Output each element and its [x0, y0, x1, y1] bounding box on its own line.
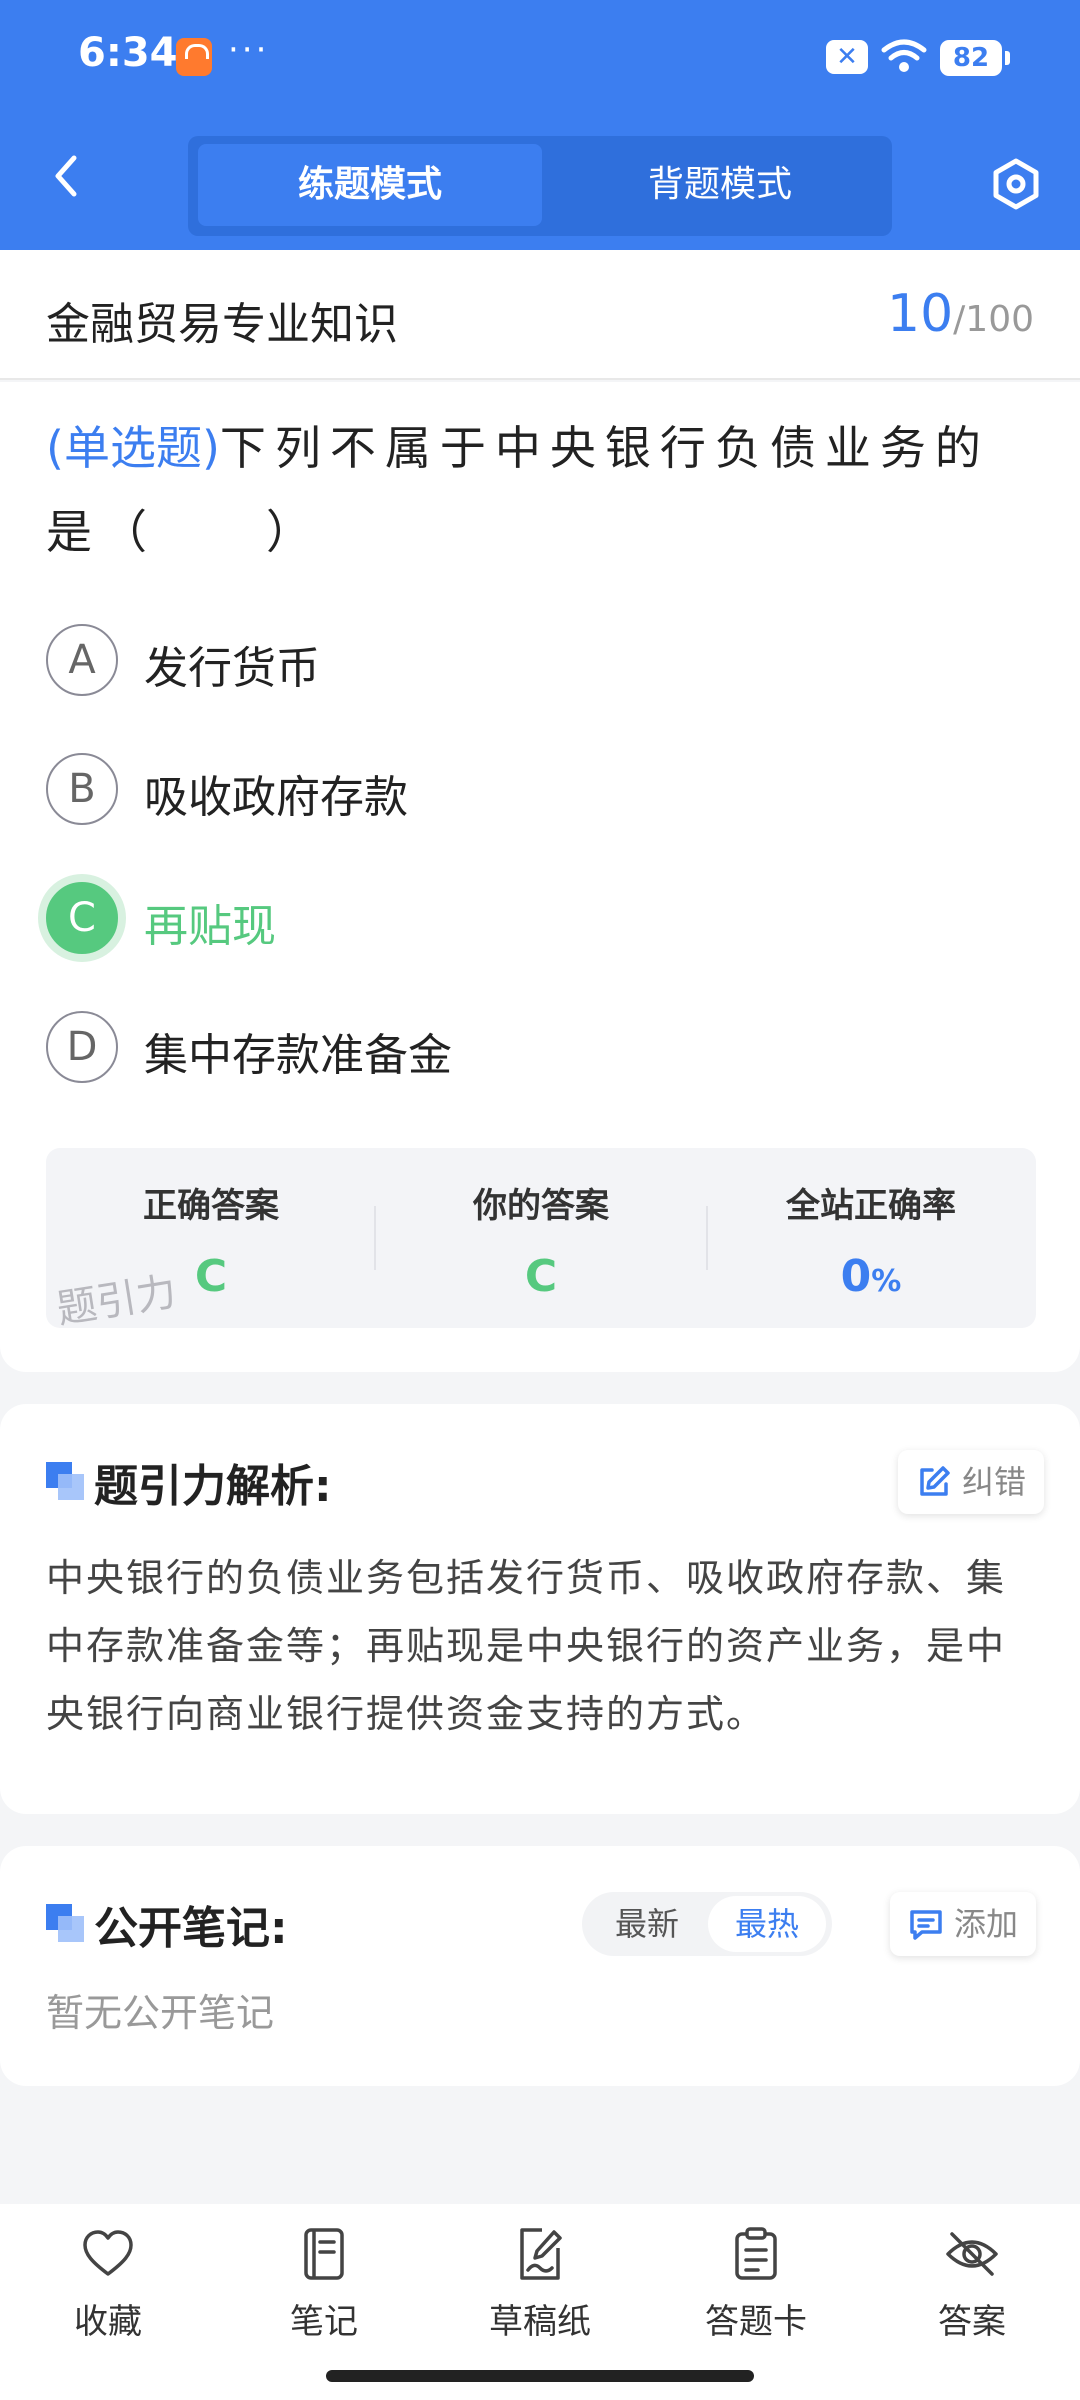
accuracy-value: 0%	[706, 1251, 1036, 1302]
option-text: 发行货币	[144, 643, 320, 694]
answer-card-icon	[735, 2227, 777, 2280]
status-time: 6:34	[78, 30, 178, 76]
option-letter: C	[46, 882, 118, 954]
notes-button[interactable]: 笔记	[216, 2226, 432, 2343]
no-sim-icon: ✕	[826, 40, 868, 74]
question-progress[interactable]: 10/100	[887, 284, 1034, 344]
show-answer-button[interactable]: 答案	[864, 2226, 1080, 2343]
edit-icon	[920, 1466, 950, 1496]
eye-off-icon	[946, 2232, 998, 2276]
draft-label: 草稿纸	[489, 2302, 591, 2342]
app-store-notification-icon	[176, 38, 212, 76]
answer-stats: 正确答案 C 你的答案 C 全站正确率 0% 题引力	[46, 1148, 1036, 1333]
public-notes-card: 公开笔记: 最新 最热 添加 暂无公开笔记	[0, 1846, 1080, 2086]
battery-icon: 82	[940, 40, 1010, 76]
more-notifications-icon: ···	[228, 30, 270, 70]
option-text: 再贴现	[144, 901, 276, 952]
section-icon	[46, 1462, 84, 1500]
notes-title: 公开笔记:	[94, 1903, 288, 1954]
heart-icon	[83, 2230, 133, 2276]
home-indicator[interactable]	[326, 2370, 754, 2382]
report-error-label: 纠错	[962, 1463, 1027, 1501]
option-letter: A	[46, 624, 118, 696]
show-answer-label: 答案	[938, 2302, 1006, 2342]
add-note-label: 添加	[954, 1905, 1019, 1943]
question-text: (单选题)下列不属于中央银行负债业务的是（ ）	[46, 406, 1036, 574]
your-answer-stat: 你的答案 C	[376, 1178, 706, 1302]
current-question-number: 10	[886, 284, 954, 344]
app-header: 6:34 ··· ✕ 82 练题模式 背题模式	[0, 0, 1080, 250]
option-letter: D	[46, 1011, 118, 1083]
sort-latest[interactable]: 最新	[588, 1896, 706, 1952]
answer-card-label: 答题卡	[705, 2302, 807, 2342]
tab-practice-mode[interactable]: 练题模式	[198, 144, 542, 226]
report-error-button[interactable]: 纠错	[898, 1450, 1045, 1514]
analysis-text: 中央银行的负债业务包括发行货币、吸收政府存款、集中存款准备金等；再贴现是中央银行…	[46, 1556, 1007, 1736]
option-letter: B	[46, 753, 118, 825]
answer-card-button[interactable]: 答题卡	[648, 2226, 864, 2343]
option-text: 吸收政府存款	[144, 772, 408, 823]
notes-sort-switcher: 最新 最热	[582, 1892, 832, 1956]
empty-notes-text: 暂无公开笔记	[46, 1991, 275, 2035]
your-answer-label: 你的答案	[473, 1186, 609, 1226]
add-note-button[interactable]: 添加	[890, 1892, 1037, 1956]
accuracy-stat: 全站正确率 0%	[706, 1178, 1036, 1302]
correct-answer-label: 正确答案	[143, 1186, 279, 1226]
draft-button[interactable]: 草稿纸	[432, 2226, 648, 2343]
your-answer-value: C	[524, 1251, 558, 1302]
wifi-icon	[881, 39, 927, 72]
subject-bar: 金融贸易专业知识 10/100	[0, 250, 1080, 380]
analysis-title: 题引力解析:	[94, 1461, 332, 1512]
favorite-label: 收藏	[74, 2302, 142, 2342]
question-type: (单选题)	[46, 421, 220, 475]
accuracy-label: 全站正确率	[786, 1186, 956, 1226]
mode-switcher: 练题模式 背题模式	[188, 136, 892, 236]
bottom-toolbar: 收藏 笔记 草稿纸 答题卡 答案	[0, 2204, 1080, 2400]
nav-bar: 练题模式 背题模式	[0, 120, 1080, 250]
status-bar: 6:34 ··· ✕ 82	[0, 0, 1080, 120]
notes-label: 笔记	[290, 2302, 358, 2342]
analysis-card: 题引力解析: 纠错 中央银行的负债业务包括发行货币、吸收政府存款、集中存款准备金…	[0, 1404, 1080, 1814]
accuracy-unit: %	[871, 1264, 902, 1299]
accuracy-number: 0	[840, 1251, 872, 1302]
subject-title: 金融贸易专业知识	[46, 299, 398, 350]
settings-icon[interactable]	[988, 156, 1044, 212]
draft-icon	[520, 2228, 562, 2280]
question-card: (单选题)下列不属于中央银行负债业务的是（ ） A 发行货币 B 吸收政府存款 …	[0, 382, 1080, 1372]
comment-icon	[910, 1910, 942, 1940]
notebook-icon	[304, 2228, 344, 2280]
section-icon	[46, 1904, 84, 1942]
tab-memorize-mode[interactable]: 背题模式	[548, 144, 892, 226]
total-questions: /100	[953, 299, 1034, 340]
back-icon[interactable]	[38, 146, 98, 206]
option-text: 集中存款准备金	[144, 1030, 452, 1081]
favorite-button[interactable]: 收藏	[0, 2226, 216, 2343]
sort-hot[interactable]: 最热	[708, 1896, 826, 1952]
